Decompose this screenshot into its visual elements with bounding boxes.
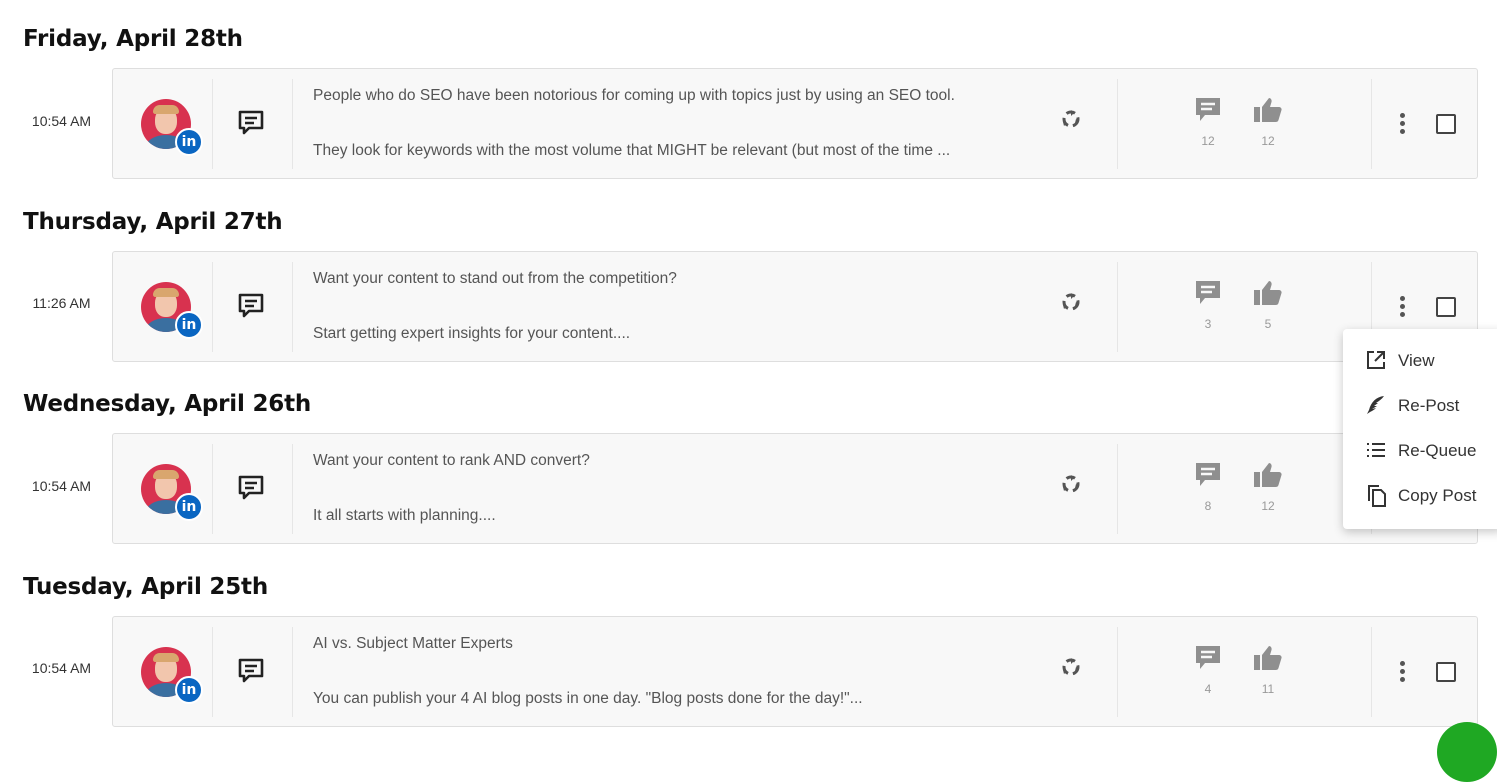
comments-stat: 8: [1188, 461, 1228, 513]
likes-stat: 12: [1248, 461, 1288, 513]
menu-item-label: Re-Queue: [1398, 441, 1477, 460]
recycle-icon[interactable]: [1059, 107, 1083, 131]
comment-count: 8: [1204, 499, 1212, 513]
post-text-line2: It all starts with planning....: [313, 507, 496, 524]
select-checkbox[interactable]: [1436, 662, 1456, 682]
thumbs-up-icon: [1254, 463, 1282, 487]
post-time: 10:54 AM: [31, 660, 92, 676]
day-heading: Tuesday, April 25th: [23, 574, 269, 600]
thumbs-up-icon: [1254, 281, 1282, 305]
message-icon: [238, 293, 264, 318]
post-text-line1: AI vs. Subject Matter Experts: [313, 635, 513, 652]
post-time: 10:54 AM: [31, 478, 92, 494]
feather-icon: [1367, 396, 1384, 414]
post-text-line1: People who do SEO have been notorious fo…: [313, 87, 955, 104]
post-text-line2: They look for keywords with the most vol…: [313, 142, 951, 159]
linkedin-icon: in: [175, 311, 203, 339]
post-text-line1: Want your content to stand out from the …: [313, 270, 677, 287]
post-card[interactable]: in Want your content to stand out from t…: [112, 251, 1478, 362]
like-count: 5: [1264, 317, 1272, 331]
recycle-icon[interactable]: [1059, 655, 1083, 679]
menu-item-label: Re-Post: [1398, 396, 1460, 415]
comment-count: 4: [1204, 682, 1212, 696]
post-card[interactable]: in Want your content to rank AND convert…: [112, 433, 1478, 544]
comments-stat: 4: [1188, 644, 1228, 696]
post-text-line2: Start getting expert insights for your c…: [313, 325, 631, 342]
linkedin-icon: in: [175, 493, 203, 521]
more-options-icon[interactable]: [1396, 296, 1408, 322]
likes-stat: 11: [1248, 644, 1288, 696]
recycle-icon[interactable]: [1059, 290, 1083, 314]
post-card[interactable]: in People who do SEO have been notorious…: [112, 68, 1478, 179]
post-text-line1: Want your content to rank AND convert?: [313, 452, 590, 469]
comments-stat: 3: [1188, 279, 1228, 331]
menu-item-label: Copy Post: [1398, 486, 1477, 505]
message-icon: [238, 658, 264, 683]
thumbs-up-icon: [1254, 98, 1282, 122]
post-time: 11:26 AM: [32, 295, 91, 311]
external-link-icon: [1367, 351, 1385, 369]
copy-icon: [1368, 485, 1386, 507]
comment-icon: [1196, 281, 1220, 304]
likes-stat: 12: [1248, 96, 1288, 148]
comment-count: 3: [1204, 317, 1212, 331]
recycle-icon[interactable]: [1059, 472, 1083, 496]
thumbs-up-icon: [1254, 646, 1282, 670]
select-checkbox[interactable]: [1436, 297, 1456, 317]
linkedin-icon: in: [175, 676, 203, 704]
linkedin-icon: in: [175, 128, 203, 156]
post-context-menu: View Re-Post Re-Queue Copy Post: [1343, 329, 1497, 529]
comments-stat: 12: [1188, 96, 1228, 148]
select-checkbox[interactable]: [1436, 114, 1456, 134]
floating-action-button[interactable]: [1437, 722, 1497, 782]
day-heading: Wednesday, April 26th: [23, 391, 312, 417]
comment-count: 12: [1201, 134, 1215, 148]
day-heading: Thursday, April 27th: [23, 209, 283, 235]
post-text-line2: You can publish your 4 AI blog posts in …: [313, 690, 863, 707]
post-time: 10:54 AM: [31, 113, 92, 129]
menu-item-repost[interactable]: Re-Post: [1343, 385, 1497, 425]
like-count: 11: [1261, 682, 1275, 696]
comment-icon: [1196, 646, 1220, 669]
list-icon: [1367, 443, 1385, 457]
comment-icon: [1196, 463, 1220, 486]
day-heading: Friday, April 28th: [23, 26, 243, 52]
more-options-icon[interactable]: [1396, 661, 1408, 687]
post-card[interactable]: in AI vs. Subject Matter Experts You can…: [112, 616, 1478, 727]
more-options-icon[interactable]: [1396, 113, 1408, 139]
likes-stat: 5: [1248, 279, 1288, 331]
menu-item-requeue[interactable]: Re-Queue: [1343, 430, 1497, 470]
like-count: 12: [1261, 499, 1275, 513]
message-icon: [238, 475, 264, 500]
like-count: 12: [1261, 134, 1275, 148]
comment-icon: [1196, 98, 1220, 121]
message-icon: [238, 110, 264, 135]
menu-item-copy-post[interactable]: Copy Post: [1343, 475, 1497, 515]
menu-item-label: View: [1398, 351, 1435, 370]
menu-item-view[interactable]: View: [1343, 340, 1497, 380]
